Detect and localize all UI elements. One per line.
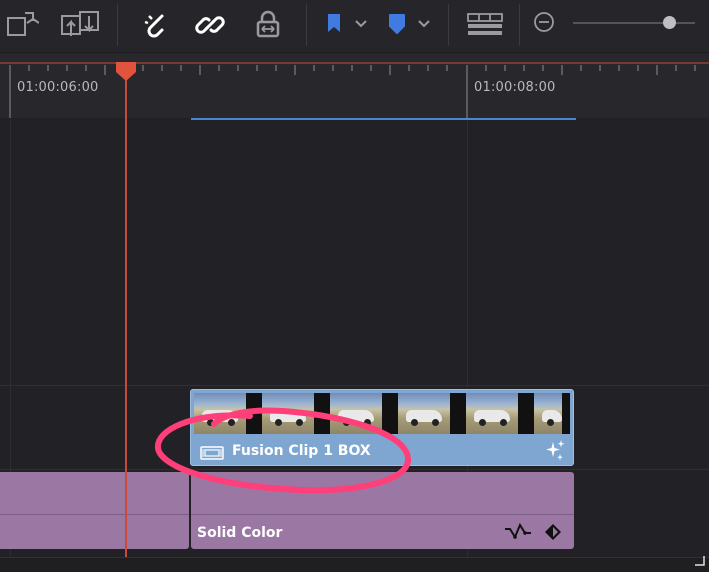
ruler-timecode: 01:00:08:00 (474, 80, 556, 95)
toolbar-separator (519, 4, 520, 46)
toolbar-separator (306, 4, 307, 46)
keyframe-icon[interactable] (544, 523, 562, 545)
snapping-icon[interactable] (138, 8, 172, 42)
clip-divider (0, 514, 189, 515)
timeline-view-options-icon[interactable] (464, 9, 506, 39)
timeline-toolbar (0, 0, 709, 52)
toolbar-separator (117, 4, 118, 46)
curve-icon[interactable] (504, 521, 532, 545)
zoom-out-icon[interactable] (532, 10, 556, 34)
toolbar-separator (448, 4, 449, 46)
clip-thumbnail (466, 393, 518, 434)
flag-icon[interactable] (322, 10, 346, 38)
ruler-ticks (0, 62, 709, 119)
marker-dropdown-icon[interactable] (413, 10, 435, 38)
zoom-slider-track[interactable] (573, 22, 695, 24)
in-out-range-bar (191, 118, 576, 120)
replace-clip-icon[interactable] (57, 6, 103, 42)
resize-corner-icon[interactable] (695, 551, 705, 570)
ruler-timecode: 01:00:06:00 (17, 80, 99, 95)
overwrite-clip-icon[interactable] (4, 6, 40, 42)
zoom-slider-thumb[interactable] (663, 16, 676, 29)
clip-thumbnail (534, 393, 562, 434)
linked-selection-icon[interactable] (193, 8, 227, 42)
marker-icon[interactable] (385, 10, 409, 38)
track-divider (0, 385, 709, 386)
clip-divider (191, 514, 574, 515)
playhead-line[interactable] (125, 62, 127, 571)
sparkle-icon (544, 439, 566, 465)
highlight-annotation-ellipse (152, 404, 416, 500)
solid-color-clip-title: Solid Color (197, 525, 283, 541)
timeline-scrollbar[interactable] (0, 556, 709, 572)
position-lock-icon[interactable] (251, 8, 285, 42)
flag-dropdown-icon[interactable] (350, 10, 372, 38)
playhead-handle[interactable] (115, 60, 137, 86)
timeline-ruler[interactable] (0, 52, 709, 119)
